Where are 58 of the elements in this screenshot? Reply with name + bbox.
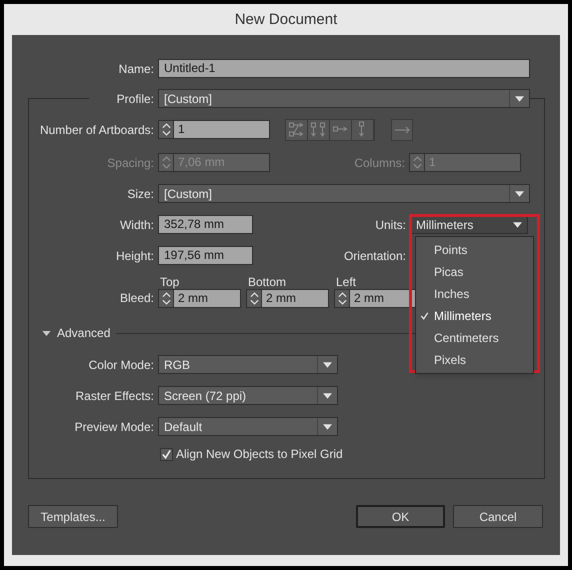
field-label: Units: bbox=[374, 216, 407, 234]
field-label: Size: bbox=[126, 186, 155, 202]
field-label: Bleed: bbox=[118, 290, 155, 307]
dropdown[interactable]: [Custom] bbox=[158, 184, 530, 203]
menu-item[interactable]: Picas bbox=[416, 261, 533, 283]
checkmark-icon bbox=[420, 312, 429, 320]
bleed-label: Bottom bbox=[247, 275, 288, 289]
dropdown[interactable]: Default bbox=[158, 417, 338, 436]
menu-item[interactable]: Inches bbox=[416, 283, 533, 305]
artboard-layout-toolbar[interactable] bbox=[285, 118, 375, 140]
dropdown[interactable]: Screen (72 ppi) bbox=[158, 386, 338, 405]
menu-item[interactable]: Points bbox=[416, 239, 533, 261]
caret-icon bbox=[515, 190, 524, 196]
text-field[interactable]: 197,56 mm bbox=[158, 246, 253, 265]
grid-by-column-icon[interactable] bbox=[308, 120, 330, 140]
menu-item[interactable]: Pixels bbox=[416, 349, 533, 371]
field-label: Number of Artboards: bbox=[38, 122, 155, 138]
menu-item[interactable]: Millimeters bbox=[416, 305, 533, 327]
arrow-right-icon[interactable] bbox=[391, 118, 413, 140]
dropdown[interactable]: RGB bbox=[158, 355, 338, 374]
caret-icon bbox=[323, 424, 332, 430]
text-field[interactable]: Untitled-1 bbox=[158, 59, 530, 78]
section-toggle[interactable]: Advanced bbox=[57, 324, 110, 342]
stepper-icon[interactable] bbox=[162, 292, 170, 305]
window-title: New Document bbox=[234, 10, 338, 30]
dropdown[interactable]: [Custom] bbox=[158, 89, 530, 108]
checkbox-label: Align New Objects to Pixel Grid bbox=[176, 446, 343, 463]
field-label: Spacing: bbox=[106, 154, 155, 172]
field-label: Color Mode: bbox=[88, 356, 155, 374]
arrange-by-row-icon[interactable] bbox=[330, 120, 352, 140]
spinner-field[interactable]: 1 bbox=[158, 120, 270, 139]
stepper-icon[interactable] bbox=[250, 292, 258, 305]
spinner-field[interactable]: 2 mm bbox=[158, 289, 241, 308]
dialog-button[interactable]: Templates... bbox=[28, 505, 118, 528]
stepper-icon[interactable] bbox=[162, 123, 170, 136]
field-label: Height: bbox=[114, 248, 155, 264]
spinner-field[interactable]: 2 mm bbox=[334, 289, 417, 308]
caret-icon bbox=[323, 392, 332, 398]
field-label: Raster Effects: bbox=[74, 388, 155, 404]
field-label: Name: bbox=[118, 60, 155, 78]
stepper-icon[interactable] bbox=[338, 292, 346, 305]
field-label: Columns: bbox=[353, 154, 406, 172]
dialog-button[interactable]: Cancel bbox=[453, 505, 543, 528]
text-field[interactable]: 352,78 mm bbox=[158, 215, 253, 234]
checkbox[interactable] bbox=[160, 448, 173, 460]
caret-icon bbox=[513, 222, 522, 228]
field-label: Orientation: bbox=[342, 248, 407, 264]
dialog-button[interactable]: OK bbox=[356, 505, 445, 528]
bleed-label: Left bbox=[335, 275, 358, 289]
caret-icon bbox=[515, 96, 524, 102]
field-label: Width: bbox=[118, 216, 155, 234]
collapse-triangle-icon[interactable] bbox=[42, 330, 51, 336]
field-label: Preview Mode: bbox=[74, 418, 155, 436]
menu-item[interactable]: Centimeters bbox=[416, 327, 533, 349]
grid-by-row-icon[interactable] bbox=[286, 120, 308, 140]
caret-icon bbox=[323, 362, 332, 368]
bleed-label: Top bbox=[159, 275, 180, 289]
spinner-field[interactable]: 2 mm bbox=[246, 289, 329, 308]
